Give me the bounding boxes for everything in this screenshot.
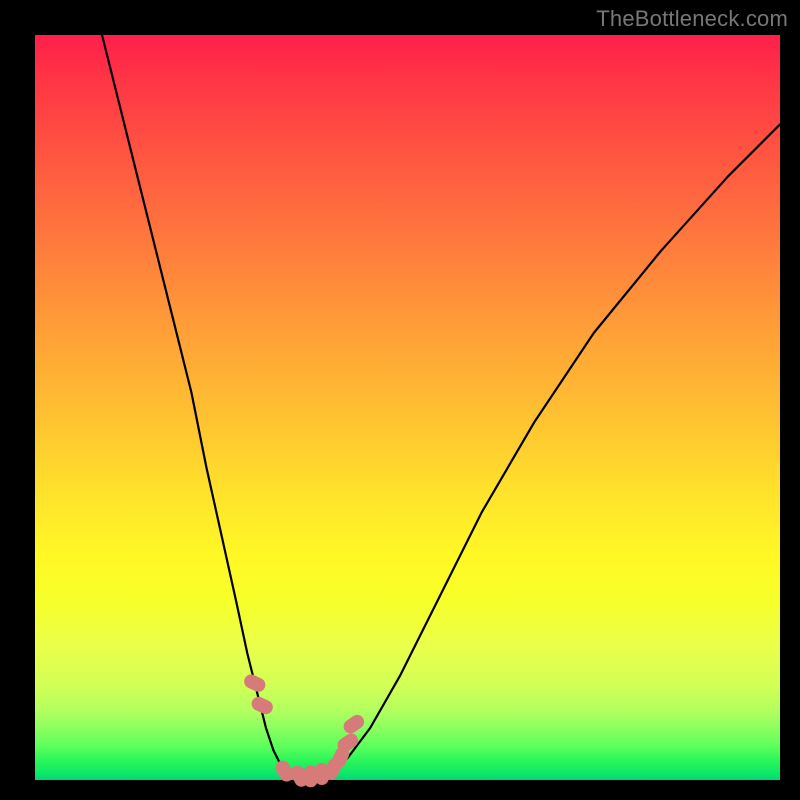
curve-markers	[242, 672, 367, 789]
curve-lines	[102, 35, 780, 778]
curve-marker	[341, 712, 367, 736]
curve-marker	[249, 695, 275, 717]
curve-marker	[242, 672, 268, 694]
chart-plot-area	[35, 35, 780, 780]
chart-svg	[35, 35, 780, 780]
bottleneck-curve	[102, 35, 780, 778]
chart-frame: TheBottleneck.com	[0, 0, 800, 800]
watermark-text: TheBottleneck.com	[596, 6, 788, 32]
